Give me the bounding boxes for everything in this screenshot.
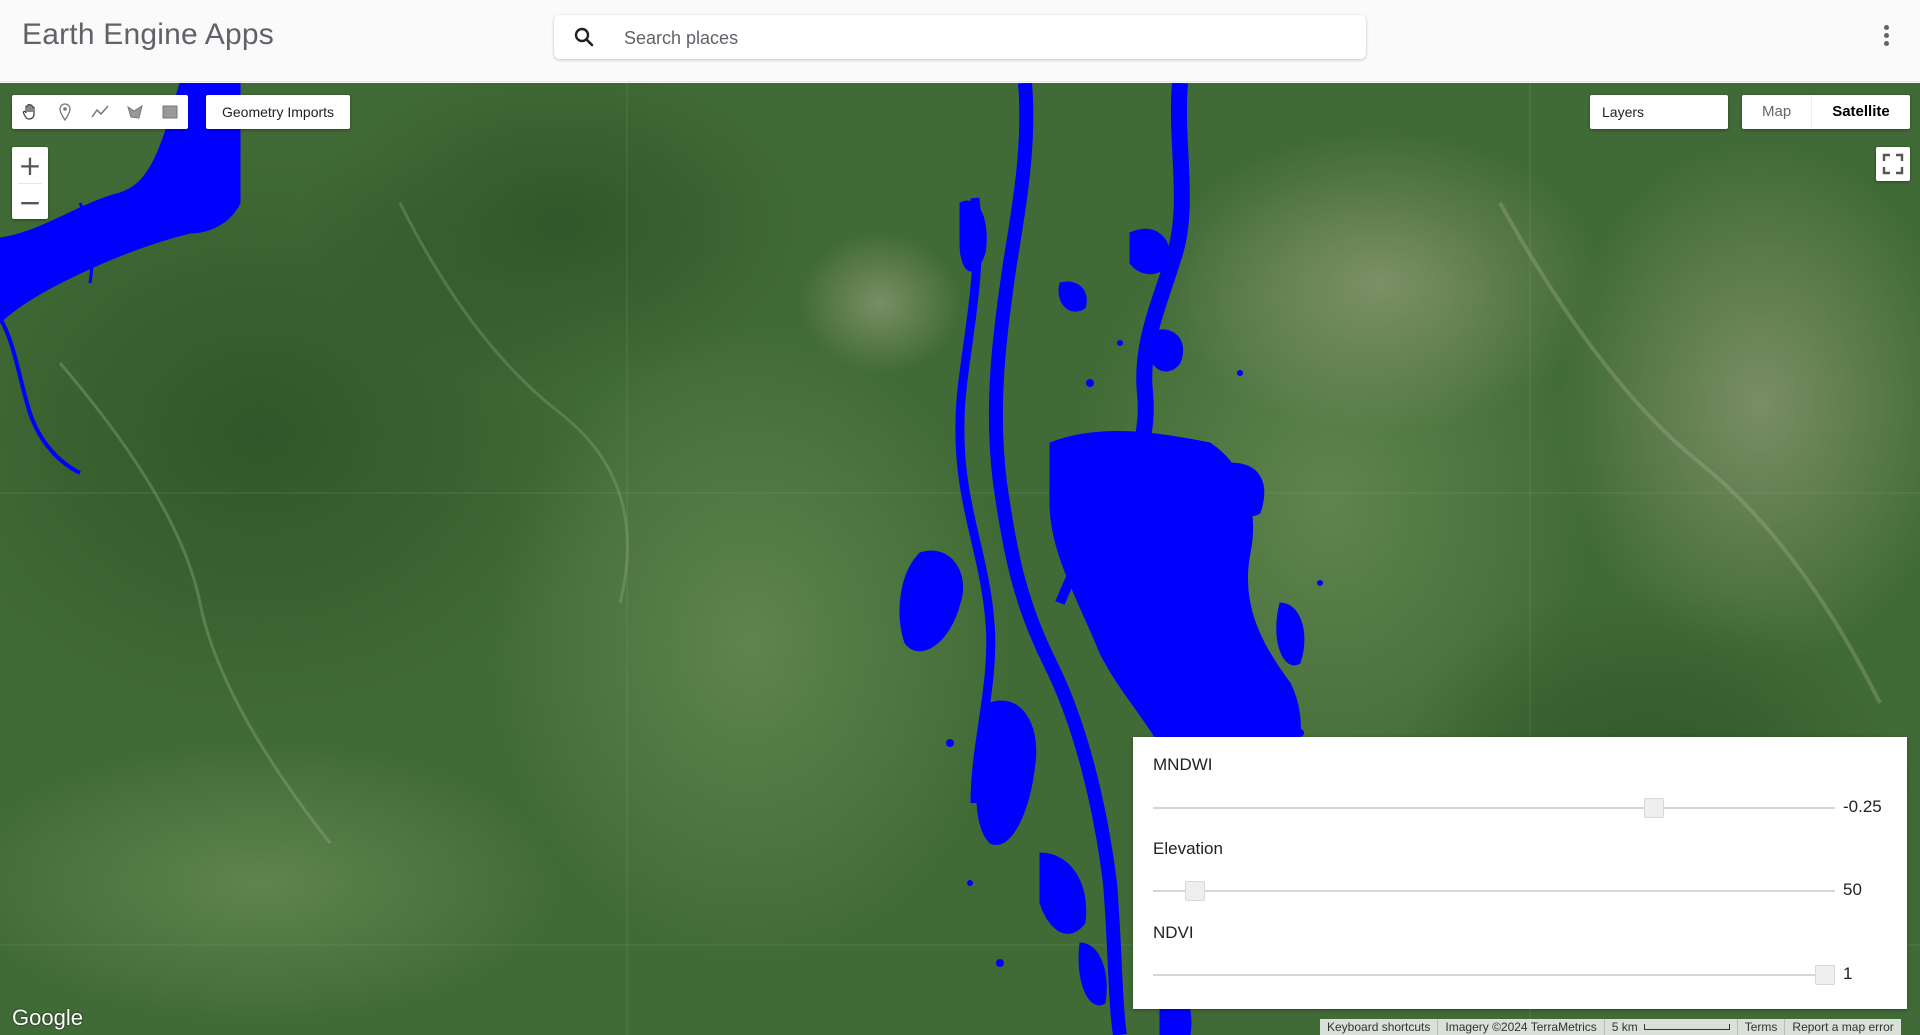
terms-link[interactable]: Terms (1736, 1019, 1785, 1035)
ndvi-slider[interactable] (1153, 965, 1835, 985)
rectangle-icon[interactable] (152, 95, 187, 129)
ndvi-label: NDVI (1153, 923, 1194, 942)
mndwi-slider[interactable] (1153, 798, 1835, 818)
elevation-slider-thumb[interactable] (1185, 881, 1206, 901)
app-header: Earth Engine Apps (0, 0, 1920, 82)
scale-line (1643, 1024, 1730, 1030)
hand-icon[interactable] (12, 95, 47, 129)
map-attribution: Keyboard shortcuts Imagery ©2024 TerraMe… (1320, 1019, 1901, 1035)
map-type-map[interactable]: Map (1742, 95, 1813, 129)
mndwi-label: MNDWI (1153, 755, 1213, 774)
map-type-control: Map Satellite (1742, 95, 1910, 129)
elevation-slider[interactable] (1153, 881, 1835, 901)
app-title: Earth Engine Apps (22, 18, 274, 51)
threshold-panel: MNDWI -0.25 Elevation 50 NDVI 1 (1133, 737, 1907, 1009)
search-input[interactable] (622, 15, 1346, 61)
elevation-value: 50 (1843, 880, 1862, 899)
mndwi-slider-thumb[interactable] (1644, 798, 1665, 818)
marker-icon[interactable] (47, 95, 82, 129)
geometry-imports-button[interactable]: Geometry Imports (206, 95, 351, 129)
zoom-in-icon[interactable]: + (12, 147, 48, 183)
report-map-error-link[interactable]: Report a map error (1784, 1019, 1900, 1035)
fullscreen-icon[interactable] (1876, 147, 1910, 181)
drawing-toolbar (12, 95, 188, 129)
more-vert-icon[interactable] (1874, 22, 1898, 54)
layers-button[interactable]: Layers (1590, 95, 1728, 129)
line-icon[interactable] (82, 95, 117, 129)
mndwi-value: -0.25 (1843, 797, 1882, 816)
ndvi-value: 1 (1843, 964, 1853, 983)
scale-bar[interactable]: 5 km (1603, 1019, 1737, 1035)
polygon-icon[interactable] (117, 95, 152, 129)
map-canvas[interactable]: Geometry Imports + − Layers Map Satellit… (0, 83, 1920, 1035)
zoom-out-icon[interactable]: − (12, 184, 48, 220)
map-type-satellite[interactable]: Satellite (1812, 95, 1910, 129)
google-logo: Google (12, 1005, 83, 1030)
zoom-control: + − (12, 147, 48, 219)
keyboard-shortcuts-link[interactable]: Keyboard shortcuts (1320, 1019, 1437, 1035)
scale-label: 5 km (1611, 1020, 1638, 1034)
search-box[interactable] (554, 15, 1366, 61)
imagery-credit: Imagery ©2024 TerraMetrics (1437, 1019, 1603, 1035)
ndvi-slider-thumb[interactable] (1814, 965, 1835, 985)
search-icon (574, 27, 594, 47)
elevation-label: Elevation (1153, 839, 1223, 858)
